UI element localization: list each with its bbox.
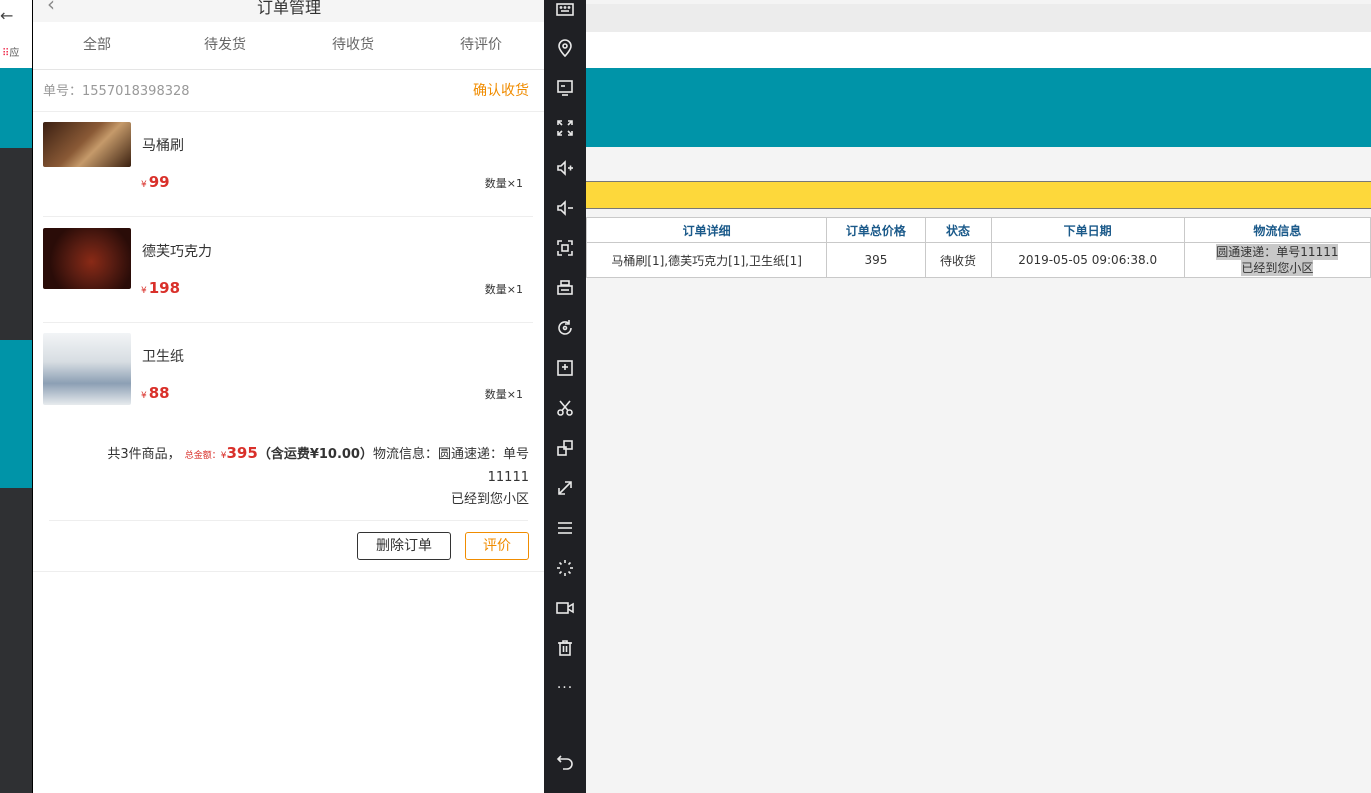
logistics-cell: 圆通速递：单号11111 已经到您小区: [1183, 242, 1371, 278]
item-count: 共3件商品，: [107, 447, 181, 462]
web-header: [586, 32, 1371, 68]
column-header: 订单详细: [585, 217, 828, 243]
product-name: 德芙巧克力: [142, 244, 212, 260]
phone-app: ‹ 订单管理 全部 待发货 待收货 待评价 单号：1557018398328 确…: [32, 0, 545, 793]
product-price: ¥88: [141, 384, 170, 402]
menu-icon[interactable]: [544, 513, 586, 543]
volume-up-icon[interactable]: [544, 153, 586, 183]
add-apk-icon[interactable]: [544, 353, 586, 383]
loading-icon[interactable]: [544, 553, 586, 583]
review-button[interactable]: 评价: [465, 532, 529, 560]
order-date-cell: 2019-05-05 09:06:38.0: [990, 242, 1185, 278]
order-number: 单号：1557018398328: [43, 84, 190, 99]
divider: [49, 520, 528, 521]
order-summary: 共3件商品， 总金额：¥395（含运费¥10.00）物流信息：圆通速递：单号11…: [33, 432, 545, 520]
product-quantity: 数量×1: [484, 283, 523, 296]
keyboard-icon[interactable]: [544, 0, 586, 24]
logistics-text: 圆通速递：单号11111: [1216, 244, 1339, 260]
browser-back-icon[interactable]: ←: [0, 6, 13, 25]
delete-order-button[interactable]: 删除订单: [357, 532, 451, 560]
tab-to-review[interactable]: 待评价: [417, 22, 545, 69]
teal-block: [0, 340, 32, 488]
table-row[interactable]: 马桶刷[1],德芙巧克力[1],卫生纸[1] 395 待收货 2019-05-0…: [585, 242, 1371, 278]
multi-window-icon[interactable]: [544, 433, 586, 463]
product-name: 马桶刷: [142, 138, 184, 154]
order-item[interactable]: 德芙巧克力 ¥198 数量×1: [33, 217, 545, 323]
product-image[interactable]: [43, 228, 131, 289]
summary-text: 共3件商品， 总金额：¥395（含运费¥10.00）物流信息：圆通速递：单号11…: [69, 442, 529, 511]
order-item[interactable]: 马桶刷 ¥99 数量×1: [33, 111, 545, 217]
tab-to-ship[interactable]: 待发货: [161, 22, 289, 69]
return-icon[interactable]: [544, 745, 586, 775]
record-video-icon[interactable]: [544, 593, 586, 623]
order-detail-cell: 马桶刷[1],德芙巧克力[1],卫生纸[1]: [585, 242, 828, 278]
logistics-status: 已经到您小区: [1241, 260, 1314, 276]
more-icon[interactable]: ···: [544, 673, 586, 703]
page-title: 订单管理: [256, 0, 321, 17]
screen-icon[interactable]: [544, 73, 586, 103]
web-top-bar: [586, 4, 1371, 32]
teal-banner: [0, 68, 32, 148]
scissors-icon[interactable]: [544, 393, 586, 423]
rotate-icon[interactable]: [544, 313, 586, 343]
logistics-info: 物流信息：圆通速递：单号11111: [372, 447, 529, 485]
order-header: 单号：1557018398328 确认收货: [33, 70, 545, 112]
divider: [33, 571, 545, 572]
background-browser: ← ⠿应: [0, 0, 32, 793]
print-icon[interactable]: [544, 273, 586, 303]
background-web-page: 订单详细 订单总价格 状态 下单日期 物流信息 马桶刷[1],德芙巧克力[1],…: [585, 0, 1371, 793]
product-quantity: 数量×1: [484, 177, 523, 190]
confirm-receipt-button[interactable]: 确认收货: [473, 80, 529, 100]
product-name: 卫生纸: [142, 349, 184, 365]
logistics-status: 已经到您小区: [450, 492, 529, 507]
product-quantity: 数量×1: [484, 388, 523, 401]
product-image[interactable]: [43, 122, 131, 167]
location-icon[interactable]: [544, 33, 586, 63]
nav-bar: ‹ 订单管理: [33, 0, 545, 22]
tab-to-receive[interactable]: 待收货: [289, 22, 417, 69]
column-header: 下单日期: [990, 217, 1185, 243]
browser-toolbar: ← ⠿应: [0, 0, 32, 68]
order-status-cell: 待收货: [924, 242, 992, 278]
volume-down-icon[interactable]: [544, 193, 586, 223]
product-price: ¥99: [141, 173, 170, 191]
web-notice-bar: [586, 181, 1371, 209]
trash-icon[interactable]: [544, 633, 586, 663]
orders-table: 订单详细 订单总价格 状态 下单日期 物流信息 马桶刷[1],德芙巧克力[1],…: [585, 217, 1371, 278]
apps-shortcut[interactable]: ⠿应: [2, 44, 19, 59]
shipping-fee: （含运费¥10.00）: [257, 447, 373, 462]
web-banner: [586, 68, 1371, 147]
order-item[interactable]: 卫生纸 ¥88 数量×1: [33, 322, 545, 428]
total-amount: 395: [226, 444, 258, 462]
column-header: 物流信息: [1183, 217, 1371, 243]
resize-icon[interactable]: [544, 473, 586, 503]
column-header: 订单总价格: [826, 217, 926, 243]
emulator-toolbar: ···: [544, 0, 586, 793]
column-header: 状态: [924, 217, 992, 243]
tab-all[interactable]: 全部: [33, 22, 161, 69]
product-image[interactable]: [43, 333, 131, 405]
screenshot-icon[interactable]: [544, 233, 586, 263]
product-price: ¥198: [141, 279, 181, 297]
fullscreen-icon[interactable]: [544, 113, 586, 143]
total-label: 总金额：¥: [184, 451, 227, 461]
order-tabs: 全部 待发货 待收货 待评价: [33, 22, 545, 70]
order-total-cell: 395: [826, 242, 926, 278]
